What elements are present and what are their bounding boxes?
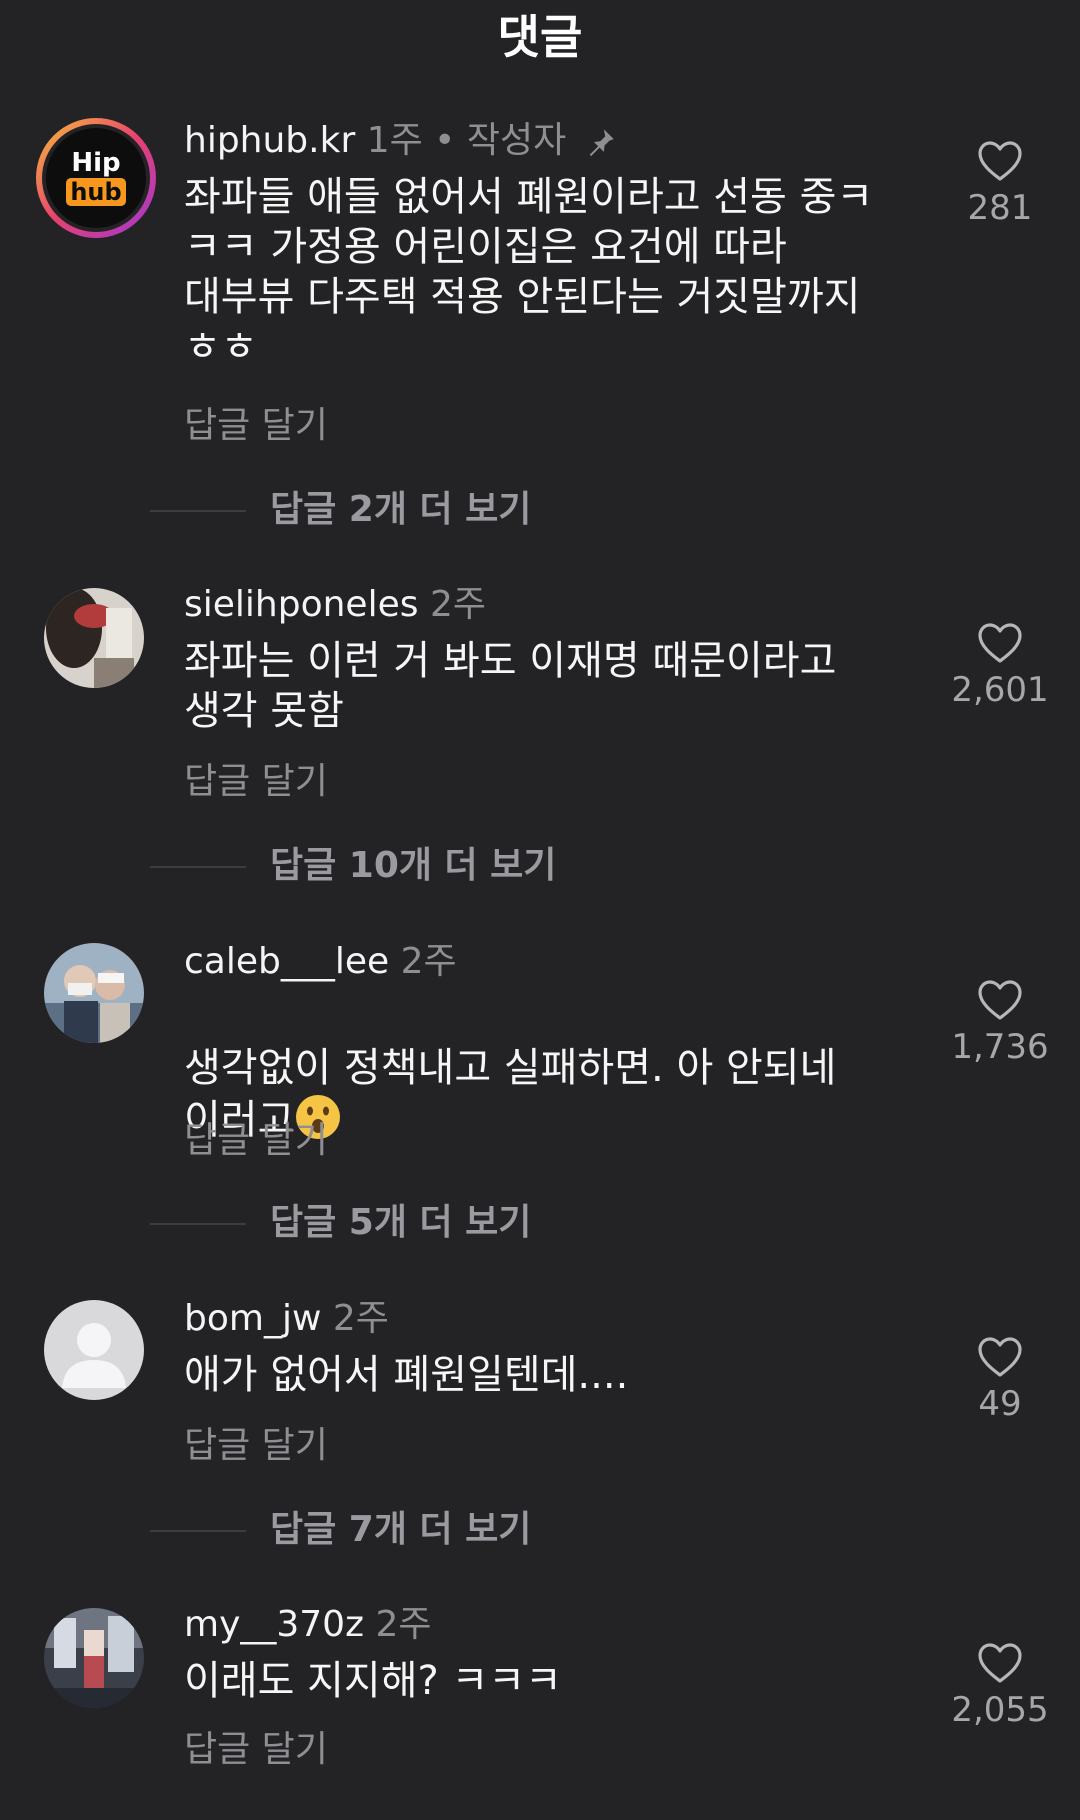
- comment-meta: bom_jw 2주: [184, 1294, 389, 1344]
- comment-username[interactable]: my__370z: [184, 1604, 364, 1645]
- comment-meta: sielihponeles 2주: [184, 580, 486, 630]
- divider-line: [150, 510, 246, 512]
- like-group: 2,055: [940, 1642, 1060, 1732]
- user-photo-icon: [44, 588, 144, 688]
- comment-meta: caleb___lee 2주: [184, 937, 457, 987]
- default-avatar-icon: [44, 1300, 144, 1400]
- like-count: 49: [978, 1384, 1022, 1424]
- heart-icon[interactable]: [977, 140, 1023, 182]
- reply-button[interactable]: 답글 달기: [184, 1422, 328, 1470]
- comment-username[interactable]: caleb___lee: [184, 941, 389, 982]
- page-title: 댓글: [497, 10, 583, 64]
- like-count: 281: [967, 188, 1033, 228]
- comment-username[interactable]: hiphub.kr: [184, 120, 355, 161]
- heart-icon[interactable]: [977, 979, 1023, 1021]
- more-replies-label[interactable]: 답글 7개 더 보기: [270, 1506, 531, 1554]
- logo-text-top: Hip: [71, 148, 120, 178]
- avatar[interactable]: [44, 588, 144, 688]
- divider-line: [150, 1530, 246, 1532]
- more-replies-label[interactable]: 답글 5개 더 보기: [270, 1199, 531, 1247]
- avatar[interactable]: [44, 1300, 144, 1400]
- heart-icon[interactable]: [977, 622, 1023, 664]
- comment-username[interactable]: sielihponeles: [184, 584, 418, 625]
- heart-icon[interactable]: [977, 1336, 1023, 1378]
- more-replies-label[interactable]: 답글 10개 더 보기: [270, 842, 556, 890]
- reply-button[interactable]: 답글 달기: [184, 1726, 328, 1774]
- reply-button[interactable]: 답글 달기: [184, 402, 328, 450]
- like-group: 2,601: [940, 622, 1060, 712]
- avatar[interactable]: [44, 943, 144, 1043]
- reply-button[interactable]: 답글 달기: [184, 758, 328, 806]
- divider-line: [150, 1223, 246, 1225]
- comment-text: 이래도 지지해? ㅋㅋㅋ: [184, 1658, 562, 1704]
- pin-icon: [589, 129, 614, 157]
- comment-text: 좌파들 애들 없어서 폐원이라고 선동 중ㅋ ㅋㅋ 가정용 어린이집은 요건에 …: [184, 174, 874, 370]
- comment-meta: hiphub.kr 1주 • 작성자: [184, 116, 618, 166]
- reply-button[interactable]: 답글 달기: [184, 1117, 328, 1165]
- more-replies-label[interactable]: 답글 2개 더 보기: [270, 486, 531, 534]
- comment-time: 2주: [429, 584, 486, 625]
- like-group: 281: [940, 140, 1060, 230]
- comment-time: 1주 • 작성자: [366, 120, 567, 161]
- like-count: 1,736: [951, 1027, 1049, 1067]
- user-photo-icon: [44, 943, 144, 1043]
- avatar[interactable]: [44, 1608, 144, 1708]
- avatar[interactable]: Hip hub: [34, 116, 158, 240]
- user-photo-icon: [44, 1608, 144, 1708]
- comment-text: 좌파는 이런 거 봐도 이재명 때문이라고 생각 못함: [184, 638, 837, 734]
- comment-time: 2주: [375, 1604, 432, 1645]
- heart-icon[interactable]: [977, 1642, 1023, 1684]
- logo-text-bottom: hub: [70, 178, 121, 206]
- comment-username[interactable]: bom_jw: [184, 1298, 321, 1339]
- comment-time: 2주: [332, 1298, 389, 1339]
- like-count: 2,601: [951, 670, 1049, 710]
- comment-meta: my__370z 2주: [184, 1600, 431, 1650]
- comment-text: 애가 없어서 폐원일텐데....: [184, 1352, 629, 1398]
- like-group: 49: [940, 1336, 1060, 1426]
- like-count: 2,055: [951, 1690, 1049, 1730]
- divider-line: [150, 866, 246, 868]
- comment-time: 2주: [400, 941, 457, 982]
- like-group: 1,736: [940, 979, 1060, 1069]
- hiphub-logo-icon: Hip hub: [36, 118, 156, 238]
